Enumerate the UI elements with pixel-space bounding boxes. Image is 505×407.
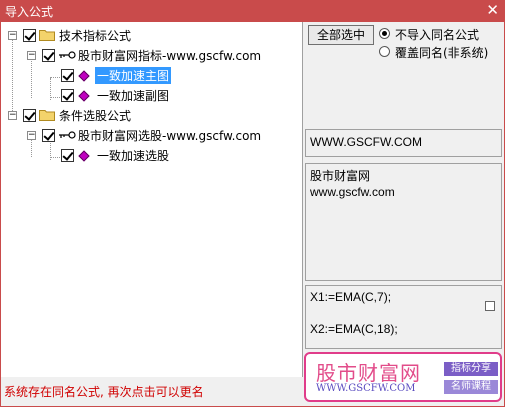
- status-message: 系统存在同名公式, 再次点击可以更名: [4, 385, 204, 399]
- collapse-toggle[interactable]: −: [8, 111, 17, 120]
- item-checkbox[interactable]: [61, 149, 74, 162]
- radio-button[interactable]: [379, 46, 390, 57]
- formula-tree[interactable]: − 技术指标公式 − 股市财富网指标-www.gscfw.com 一致加速主图 …: [1, 22, 303, 377]
- key-icon: [59, 131, 76, 139]
- radio-label: 不导入同名公式: [395, 28, 480, 42]
- item-label: 一致加速主图: [95, 67, 172, 84]
- code-line: X2:=EMA(C,18);: [310, 322, 398, 336]
- description-line: www.gscfw.com: [310, 185, 395, 199]
- node-label: 股市财富网指标-www.gscfw.com: [78, 49, 262, 63]
- select-all-button[interactable]: 全部选中: [308, 25, 374, 45]
- tree-connector: [12, 39, 13, 119]
- formula-icon: [78, 70, 90, 82]
- group-checkbox[interactable]: [23, 29, 36, 42]
- folder-icon: [39, 110, 55, 121]
- collapse-toggle[interactable]: −: [8, 31, 17, 40]
- watermark-tag: 名师课程: [444, 380, 498, 394]
- collapse-toggle[interactable]: −: [27, 131, 36, 140]
- tree-connector: [50, 77, 60, 78]
- item-checkbox[interactable]: [61, 89, 74, 102]
- group-checkbox[interactable]: [23, 109, 36, 122]
- url-field: WWW.GSCFW.COM: [305, 129, 502, 157]
- title-bar: 导入公式 ✕: [0, 0, 505, 21]
- formula-icon: [78, 90, 90, 102]
- watermark-url: WWW.GSCFW.COM: [316, 383, 416, 394]
- group-label: 技术指标公式: [59, 29, 132, 43]
- collapse-toggle[interactable]: −: [27, 51, 36, 60]
- group-label: 条件选股公式: [59, 109, 132, 123]
- node-label: 股市财富网选股-www.gscfw.com: [78, 129, 262, 143]
- scroll-indicator[interactable]: [485, 301, 495, 311]
- code-blank: [310, 305, 497, 321]
- tree-connector: [50, 157, 60, 158]
- code-line: X1:=EMA(C,7);: [310, 290, 392, 304]
- watermark-brand: 股市财富网: [316, 361, 421, 385]
- node-checkbox[interactable]: [42, 129, 55, 142]
- folder-icon: [39, 30, 55, 41]
- code-field[interactable]: X1:=EMA(C,7); X2:=EMA(C,18);: [305, 285, 502, 349]
- item-label: 一致加速选股: [97, 149, 170, 163]
- formula-icon: [78, 150, 90, 162]
- radio-label: 覆盖同名(非系统): [395, 46, 489, 60]
- url-text: WWW.GSCFW.COM: [310, 135, 422, 149]
- window-title: 导入公式: [5, 5, 54, 19]
- description-field: 股市财富网 www.gscfw.com: [305, 163, 502, 281]
- watermark-tag: 指标分享: [444, 362, 498, 376]
- key-icon: [59, 51, 76, 59]
- description-line: 股市财富网: [310, 169, 371, 183]
- watermark-logo: 股市财富网 WWW.GSCFW.COM 指标分享 名师课程: [304, 352, 502, 402]
- radio-button[interactable]: [379, 28, 390, 39]
- tree-connector: [31, 58, 32, 98]
- options-panel: 全部选中 不导入同名公式 覆盖同名(非系统): [303, 22, 502, 130]
- item-label: 一致加速副图: [97, 89, 170, 103]
- node-checkbox[interactable]: [42, 49, 55, 62]
- tree-connector: [50, 97, 60, 98]
- item-checkbox[interactable]: [61, 69, 74, 82]
- tree-connector: [31, 137, 32, 157]
- close-icon[interactable]: ✕: [486, 1, 499, 19]
